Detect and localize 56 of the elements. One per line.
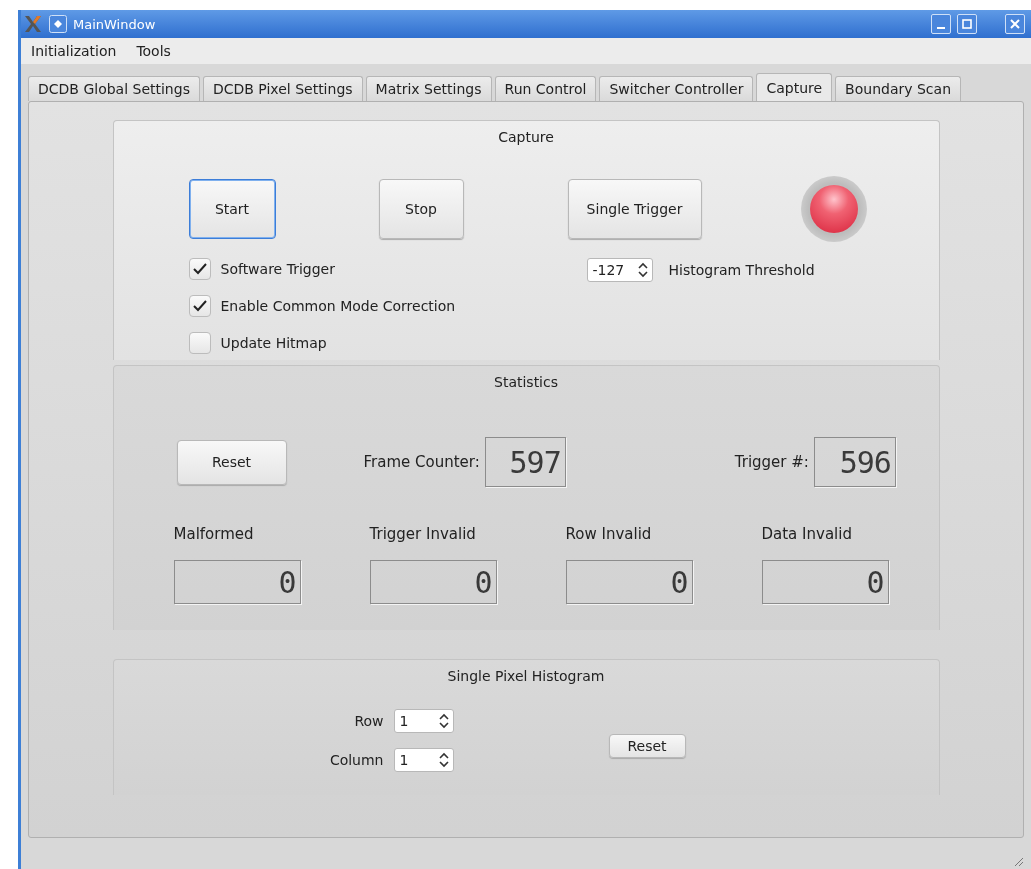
spin-field[interactable]: -127 bbox=[586, 258, 653, 282]
maximize-icon bbox=[962, 19, 972, 29]
lcd-display: 0 bbox=[369, 560, 497, 604]
up-down-arrows-icon[interactable] bbox=[637, 262, 648, 278]
close-icon bbox=[1010, 19, 1020, 29]
field-label: Row bbox=[354, 713, 384, 729]
reset-button[interactable]: Reset bbox=[608, 733, 686, 758]
push-button[interactable]: Start bbox=[188, 179, 276, 239]
counter-label: Malformed bbox=[173, 525, 255, 543]
lcd-display: 0 bbox=[761, 560, 889, 604]
field-label: Column bbox=[329, 752, 384, 768]
checkbox-label[interactable]: Update Hitmap bbox=[220, 335, 327, 351]
close-button[interactable] bbox=[1005, 14, 1025, 34]
tab[interactable]: Capture bbox=[756, 73, 833, 101]
resize-grip-icon[interactable] bbox=[1012, 855, 1024, 867]
check-icon bbox=[192, 300, 207, 312]
reset-button[interactable]: Reset bbox=[176, 439, 287, 485]
checkbox-label[interactable]: Enable Common Mode Correction bbox=[220, 298, 456, 314]
window-title: MainWindow bbox=[73, 16, 157, 32]
tab[interactable]: Run Control bbox=[494, 76, 597, 101]
field-label: Histogram Threshold bbox=[668, 262, 815, 278]
tab[interactable]: DCDB Global Settings bbox=[28, 76, 200, 101]
panel-title: Statistics bbox=[494, 374, 558, 390]
tab[interactable]: Matrix Settings bbox=[365, 76, 492, 101]
menu-item[interactable]: Initialization bbox=[31, 43, 117, 59]
minimize-button[interactable] bbox=[931, 14, 951, 34]
checkbox[interactable] bbox=[188, 258, 211, 280]
checkbox[interactable] bbox=[188, 332, 211, 354]
push-button[interactable]: Single Trigger bbox=[567, 179, 702, 239]
lcd-display: 596 bbox=[813, 437, 896, 487]
tab[interactable]: DCDB Pixel Settings bbox=[202, 76, 363, 101]
minimize-icon bbox=[937, 27, 945, 29]
lcd-display: 0 bbox=[173, 560, 301, 604]
spin-field[interactable]: 1 bbox=[393, 748, 454, 772]
lcd-display: 597 bbox=[484, 437, 566, 487]
checkbox-label[interactable]: Software Trigger bbox=[220, 261, 335, 277]
up-down-arrows-icon[interactable] bbox=[438, 713, 449, 729]
window-menu-icon[interactable] bbox=[49, 15, 67, 33]
menu-item[interactable]: Tools bbox=[136, 43, 171, 59]
panel-title: Capture bbox=[498, 129, 554, 145]
tab[interactable]: Boundary Scan bbox=[835, 76, 961, 101]
x-logo-icon[interactable] bbox=[23, 14, 43, 34]
counter-label: Row Invalid bbox=[565, 525, 653, 543]
counter-label: Frame Counter: bbox=[363, 453, 480, 471]
counter-label: Trigger #: bbox=[734, 453, 809, 471]
panel-title: Single Pixel Histogram bbox=[447, 668, 605, 684]
maximize-button[interactable] bbox=[957, 14, 977, 34]
counter-label: Data Invalid bbox=[761, 525, 853, 543]
check-icon bbox=[192, 263, 207, 275]
checkbox[interactable] bbox=[188, 295, 211, 317]
up-down-arrows-icon[interactable] bbox=[438, 752, 449, 768]
lcd-display: 0 bbox=[565, 560, 693, 604]
push-button[interactable]: Stop bbox=[378, 179, 464, 239]
tab[interactable]: Switcher Controller bbox=[599, 76, 754, 101]
spin-field[interactable]: 1 bbox=[393, 709, 454, 733]
counter-label: Trigger Invalid bbox=[369, 525, 477, 543]
